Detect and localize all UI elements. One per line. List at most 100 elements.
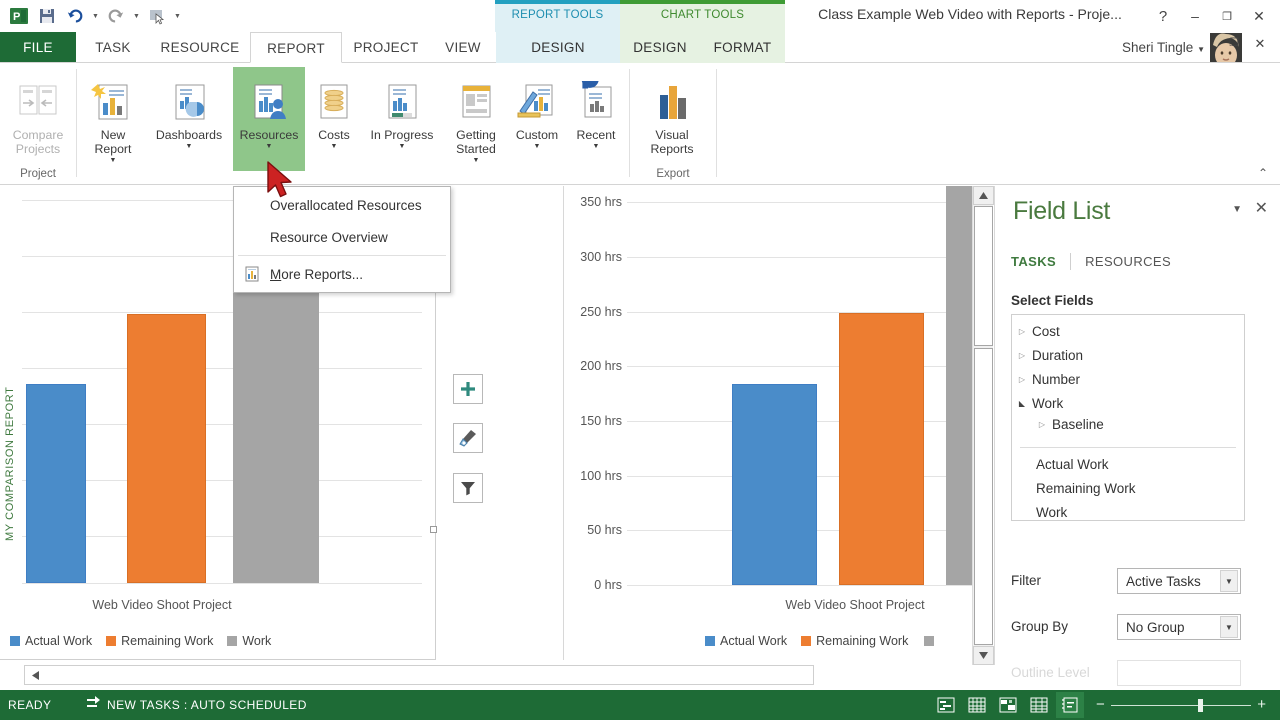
zoom-in-button[interactable]: + bbox=[1257, 697, 1266, 712]
filter-select[interactable]: Active Tasks ▼ bbox=[1117, 568, 1241, 594]
bar-actual-work[interactable] bbox=[732, 384, 817, 585]
save-icon[interactable] bbox=[34, 4, 60, 28]
tab-report[interactable]: REPORT bbox=[250, 32, 342, 63]
dashboards-dropdown-icon[interactable]: ▼ bbox=[186, 143, 193, 151]
ribbon-restore-icon[interactable]: ❐ bbox=[1222, 36, 1246, 49]
expand-triangle-icon[interactable]: ▷ bbox=[1012, 327, 1032, 336]
status-ready-label: READY bbox=[8, 698, 52, 712]
costs-button[interactable]: Costs ▼ bbox=[306, 67, 362, 171]
in-progress-dropdown-icon[interactable]: ▼ bbox=[399, 143, 406, 151]
dashboards-button[interactable]: Dashboards ▼ bbox=[150, 67, 228, 171]
field-remaining-work[interactable]: Remaining Work bbox=[1012, 476, 1244, 500]
legend-item-actual-work[interactable]: Actual Work bbox=[705, 634, 787, 648]
visual-reports-button[interactable]: Visual Reports bbox=[630, 67, 714, 171]
minimize-icon[interactable]: – bbox=[1180, 4, 1210, 28]
outline-level-select[interactable] bbox=[1117, 660, 1241, 686]
group-by-select[interactable]: No Group ▼ bbox=[1117, 614, 1241, 640]
field-work[interactable]: Work bbox=[1012, 500, 1244, 520]
collapse-ribbon-icon[interactable]: ⌃ bbox=[1258, 166, 1268, 180]
vertical-scroll-thumb-upper[interactable] bbox=[974, 206, 993, 346]
zoom-out-button[interactable]: − bbox=[1096, 697, 1105, 712]
tab-chart-tools-format[interactable]: FORMAT bbox=[700, 32, 785, 63]
gantt-chart-view-icon[interactable] bbox=[932, 692, 960, 718]
custom-button[interactable]: Custom ▼ bbox=[506, 67, 568, 171]
menu-item-overallocated-resources[interactable]: Overallocated Resources bbox=[234, 189, 450, 221]
getting-started-button[interactable]: Getting Started ▼ bbox=[442, 67, 510, 171]
legend-item-remaining-work[interactable]: Remaining Work bbox=[801, 634, 908, 648]
ribbon-close-icon[interactable]: ✕ bbox=[1248, 36, 1272, 52]
resources-dropdown-icon[interactable]: ▼ bbox=[266, 143, 273, 151]
undo-icon[interactable] bbox=[62, 4, 88, 28]
scroll-up-icon[interactable] bbox=[973, 186, 994, 205]
redo-icon[interactable] bbox=[103, 4, 129, 28]
zoom-slider[interactable]: − + bbox=[1096, 697, 1266, 712]
scroll-down-icon[interactable] bbox=[973, 646, 994, 665]
chart-styles-button[interactable] bbox=[453, 423, 483, 453]
tab-resources[interactable]: RESOURCES bbox=[1071, 254, 1185, 269]
tab-chart-tools-design[interactable]: DESIGN bbox=[620, 32, 700, 63]
costs-dropdown-icon[interactable]: ▼ bbox=[331, 143, 338, 151]
field-node-work[interactable]: ◣ Work bbox=[1012, 391, 1244, 415]
close-icon[interactable]: ✕ bbox=[1244, 4, 1274, 28]
getting-started-dropdown-icon[interactable]: ▼ bbox=[473, 157, 480, 165]
chevron-down-icon[interactable]: ▼ bbox=[1220, 616, 1238, 638]
status-new-tasks[interactable]: NEW TASKS : AUTO SCHEDULED bbox=[86, 690, 307, 720]
svg-text:P: P bbox=[13, 11, 20, 23]
horizontal-scrollbar[interactable] bbox=[24, 665, 814, 685]
field-node-baseline[interactable]: ▷ Baseline bbox=[1012, 415, 1244, 433]
tab-view[interactable]: VIEW bbox=[430, 32, 496, 63]
expand-triangle-icon[interactable]: ▷ bbox=[1012, 351, 1032, 360]
resource-sheet-view-icon[interactable] bbox=[1025, 692, 1053, 718]
report-canvas: Web Video Shoot Project MY COMPARISON RE… bbox=[0, 186, 972, 665]
zoom-track[interactable] bbox=[1110, 698, 1252, 712]
team-planner-view-icon[interactable] bbox=[994, 692, 1022, 718]
resize-handle-right[interactable] bbox=[430, 526, 437, 533]
field-node-cost[interactable]: ▷ Cost bbox=[1012, 319, 1244, 343]
redo-dropdown-icon[interactable]: ▼ bbox=[131, 4, 142, 28]
task-inspector-icon[interactable] bbox=[144, 4, 170, 28]
reports-view-icon[interactable] bbox=[1056, 692, 1084, 718]
bar-remaining-work[interactable] bbox=[839, 313, 924, 585]
restore-icon[interactable]: ❐ bbox=[1212, 4, 1242, 28]
new-report-button[interactable]: New Report ▼ bbox=[77, 67, 149, 171]
chart-elements-button[interactable] bbox=[453, 374, 483, 404]
tab-project[interactable]: PROJECT bbox=[342, 32, 430, 63]
task-usage-view-icon[interactable] bbox=[963, 692, 991, 718]
bar-work[interactable] bbox=[946, 186, 972, 585]
recent-button[interactable]: Recent ▼ bbox=[566, 67, 626, 171]
expand-triangle-icon[interactable]: ▷ bbox=[1012, 375, 1032, 384]
expand-triangle-icon[interactable]: ▷ bbox=[1032, 420, 1052, 429]
chevron-down-icon[interactable]: ▼ bbox=[1220, 570, 1238, 592]
menu-item-resource-overview[interactable]: Resource Overview bbox=[234, 221, 450, 253]
vertical-scrollbar[interactable] bbox=[972, 186, 994, 665]
custom-dropdown-icon[interactable]: ▼ bbox=[534, 143, 541, 151]
field-list-title: Field List bbox=[1013, 197, 1111, 225]
undo-dropdown-icon[interactable]: ▼ bbox=[90, 4, 101, 28]
zoom-thumb[interactable] bbox=[1197, 698, 1203, 712]
field-list-menu-icon[interactable]: ▼ bbox=[1232, 204, 1242, 215]
scroll-left-icon[interactable] bbox=[25, 666, 45, 684]
menu-item-more-reports[interactable]: More Reports... bbox=[234, 258, 450, 290]
tab-tasks[interactable]: TASKS bbox=[1011, 254, 1070, 269]
resources-button[interactable]: Resources ▼ bbox=[233, 67, 305, 171]
collapse-triangle-icon[interactable]: ◣ bbox=[1012, 399, 1032, 408]
select-fields-listbox[interactable]: ▷ Cost ▷ Duration ▷ Number ◣ Work ▷ Base… bbox=[1011, 314, 1245, 521]
help-icon[interactable]: ? bbox=[1148, 4, 1178, 28]
recent-dropdown-icon[interactable]: ▼ bbox=[593, 143, 600, 151]
vertical-scroll-thumb[interactable] bbox=[974, 348, 993, 645]
field-list-close-icon[interactable]: ✕ bbox=[1255, 198, 1268, 218]
tab-report-tools-design[interactable]: DESIGN bbox=[496, 32, 620, 63]
tab-task[interactable]: TASK bbox=[76, 32, 150, 63]
chart-filters-button[interactable] bbox=[453, 473, 483, 503]
compare-projects-button[interactable]: Compare Projects bbox=[2, 67, 74, 171]
customize-qat-icon[interactable]: ▼ bbox=[172, 4, 183, 28]
in-progress-button[interactable]: In Progress ▼ bbox=[364, 67, 440, 171]
tab-file[interactable]: FILE bbox=[0, 32, 76, 63]
right-chart[interactable]: 350 hrs 300 hrs 250 hrs 200 hrs 150 hrs … bbox=[565, 186, 972, 656]
field-actual-work[interactable]: Actual Work bbox=[1012, 452, 1244, 476]
field-node-duration[interactable]: ▷ Duration bbox=[1012, 343, 1244, 367]
field-node-number[interactable]: ▷ Number bbox=[1012, 367, 1244, 391]
new-report-dropdown-icon[interactable]: ▼ bbox=[110, 157, 117, 165]
tab-resource[interactable]: RESOURCE bbox=[150, 32, 250, 63]
user-account-name[interactable]: Sheri Tingle ▼ bbox=[1122, 32, 1205, 63]
